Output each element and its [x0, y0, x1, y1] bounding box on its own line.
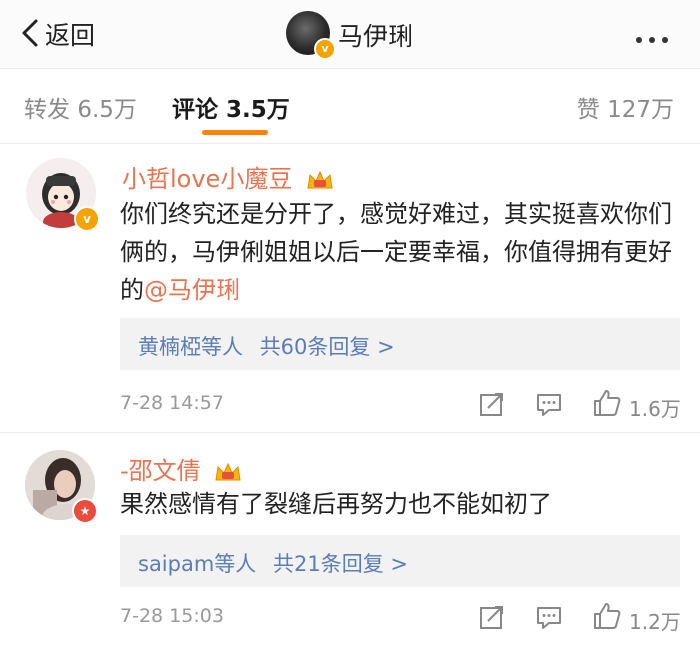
tab-repost[interactable]: 转发 6.5万: [24, 90, 137, 124]
comment-text: 果然感情有了裂缝后再努力也不能如初了: [120, 490, 552, 518]
header-divider: [0, 68, 700, 69]
active-tab-indicator: [202, 130, 268, 135]
verified-badge-icon: v: [314, 38, 336, 60]
more-dots-icon[interactable]: [636, 28, 675, 47]
like-count: 1.6万: [629, 397, 681, 421]
page-title: 马伊琍: [338, 22, 414, 51]
verified-badge-icon: v: [74, 206, 100, 232]
comment-body: 你们终究还是分开了，感觉好难过，其实挺喜欢你们俩的，马伊俐姐姐以后一定要幸福，你…: [120, 195, 680, 309]
comment-timestamp: 7-28 15:03: [120, 605, 224, 627]
tab-comment-count: 3.5万: [226, 97, 290, 123]
like-count: 1.2万: [629, 610, 681, 634]
comment-icon[interactable]: [535, 390, 563, 418]
share-icon[interactable]: [478, 390, 506, 418]
comment-icon[interactable]: [535, 603, 563, 631]
reply-count-link[interactable]: 共60条回复 >: [260, 335, 395, 359]
comment-divider: [0, 432, 700, 433]
tab-comment-label: 评论: [172, 97, 218, 123]
crown-badge-icon: [215, 462, 241, 481]
mention-link[interactable]: @马伊琍: [144, 276, 240, 304]
comment-username-text: 小哲love小魔豆: [122, 165, 293, 193]
reply-count-link[interactable]: 共21条回复 >: [273, 552, 408, 576]
tab-repost-count: 6.5万: [77, 97, 137, 123]
back-chevron-icon[interactable]: [18, 18, 46, 48]
comment-body: 果然感情有了裂缝后再努力也不能如初了: [120, 485, 680, 523]
replies-summary[interactable]: saipam等人 共21条回复 >: [120, 535, 680, 587]
tab-repost-label: 转发: [24, 97, 70, 123]
reply-users[interactable]: saipam等人: [138, 552, 256, 576]
replies-summary[interactable]: 黄楠椏等人 共60条回复 >: [120, 318, 680, 370]
crown-badge-icon: [307, 170, 333, 189]
member-badge-icon: ★: [72, 498, 98, 524]
back-button[interactable]: 返回: [45, 16, 95, 52]
tab-like-count: 127万: [607, 97, 674, 123]
tabs-divider: [0, 143, 700, 144]
tab-like[interactable]: 赞 127万: [577, 90, 674, 124]
comment-username-text: -邵文倩: [120, 457, 201, 485]
comment-timestamp: 7-28 14:57: [120, 392, 224, 414]
comment-username[interactable]: -邵文倩: [120, 451, 242, 486]
share-icon[interactable]: [478, 603, 506, 631]
like-icon[interactable]: [592, 388, 622, 418]
like-icon[interactable]: [592, 601, 622, 631]
tab-like-label: 赞: [576, 97, 600, 123]
reply-users[interactable]: 黄楠椏等人: [138, 335, 243, 359]
comment-username[interactable]: 小哲love小魔豆: [122, 159, 334, 194]
tab-comment[interactable]: 评论 3.5万: [172, 90, 290, 124]
